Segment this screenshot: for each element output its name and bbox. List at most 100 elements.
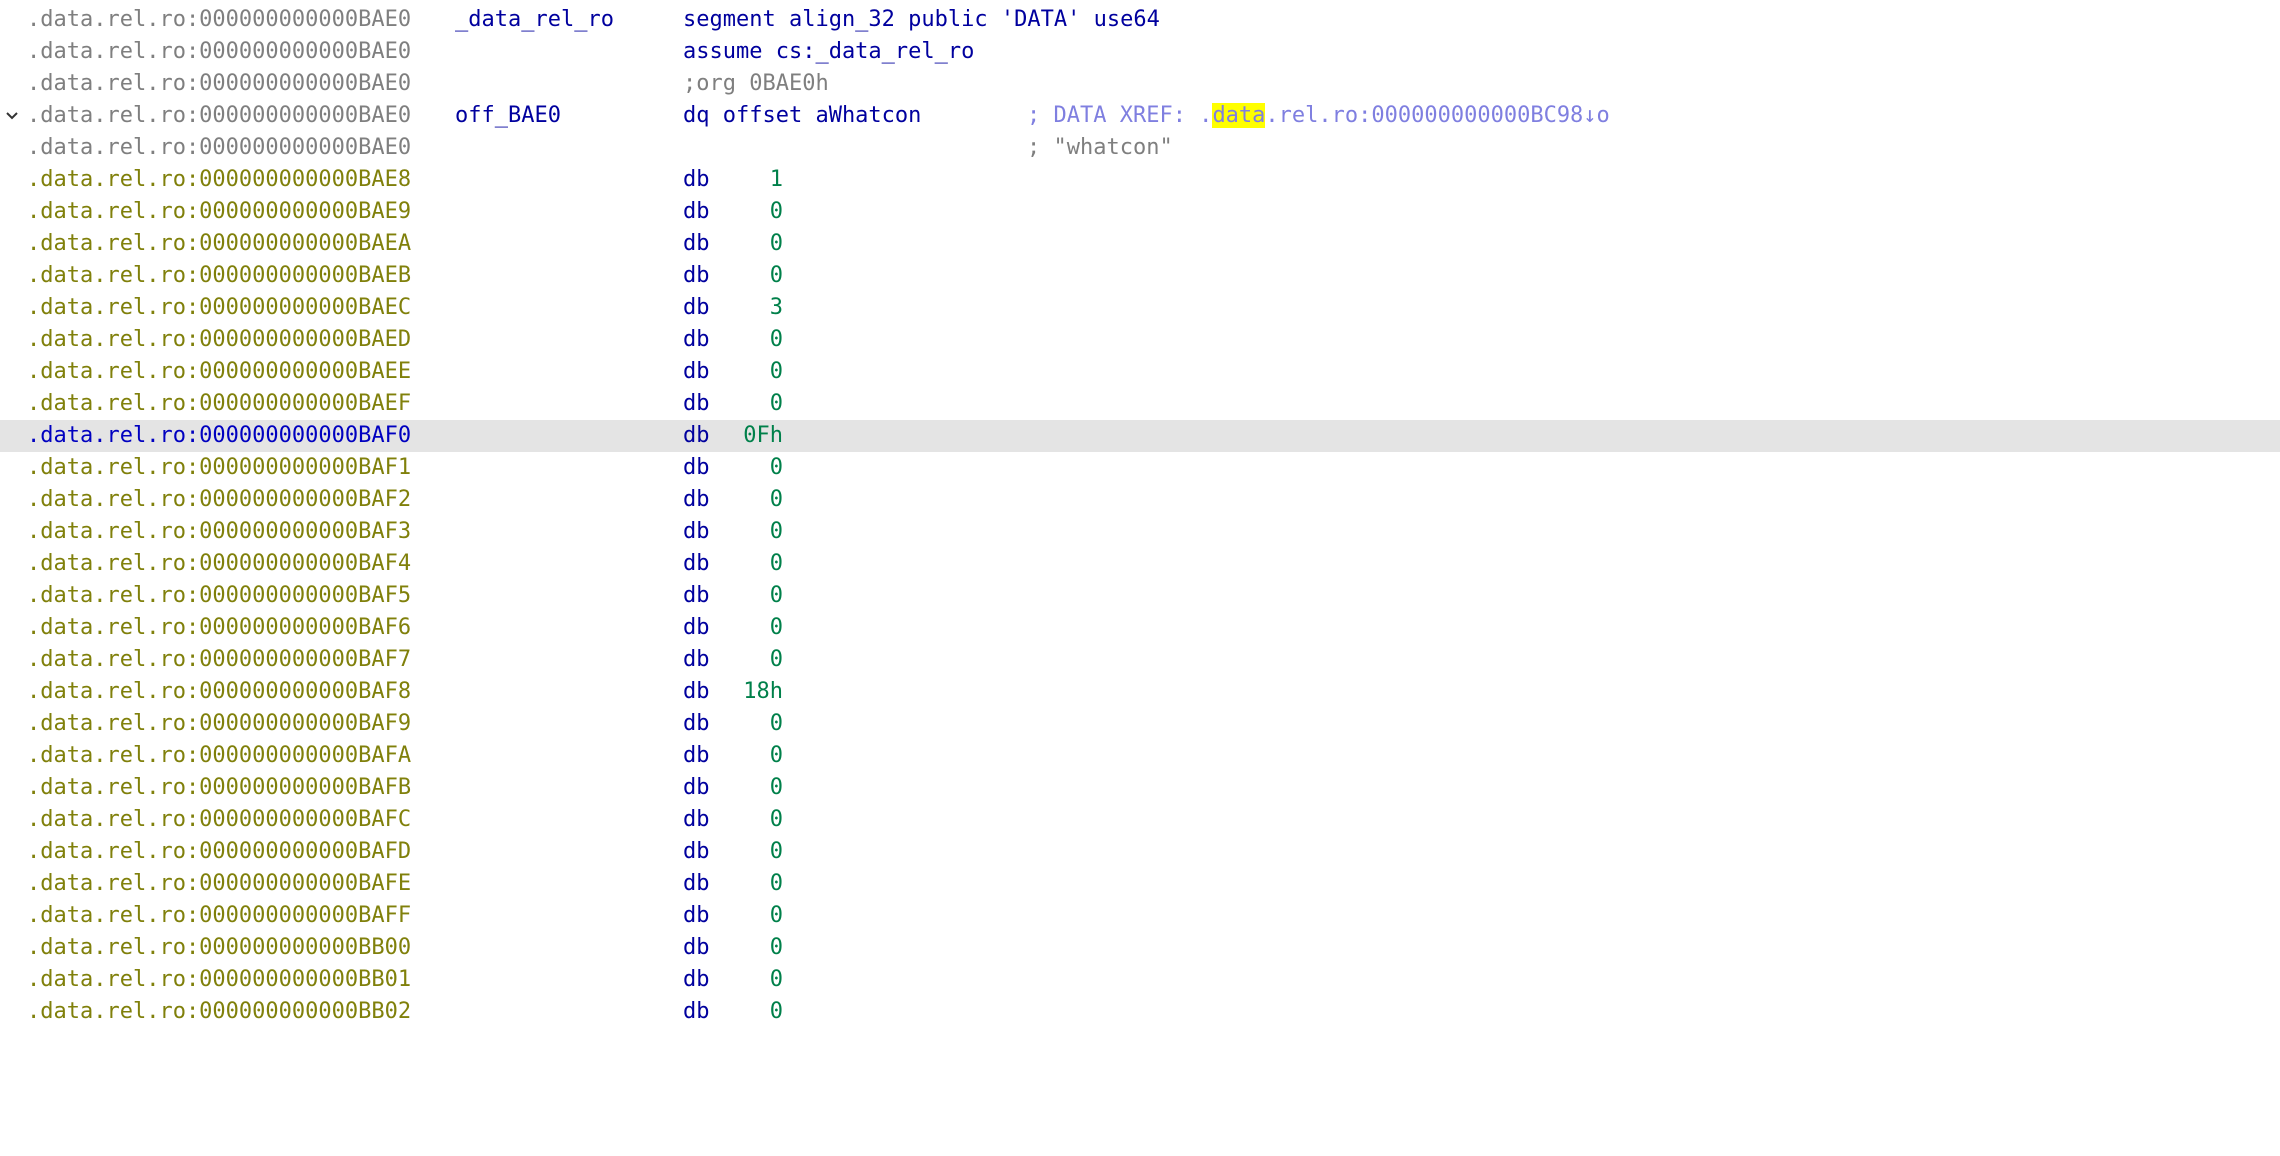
byte-value: 0 [769,711,783,736]
address: .data.rel.ro:000000000000BB00 [27,935,412,960]
address: .data.rel.ro:000000000000BAF8 [27,679,412,704]
byte-value: 0 [769,775,783,800]
data-row[interactable]: .data.rel.ro:000000000000BAE8 db 1 [0,164,2280,196]
data-row[interactable]: .data.rel.ro:000000000000BAEC db 3 [0,292,2280,324]
data-row[interactable]: .data.rel.ro:000000000000BAEF db 0 [0,388,2280,420]
byte-value: 1 [769,167,783,192]
data-row[interactable]: .data.rel.ro:000000000000BAF2 db 0 [0,484,2280,516]
data-row[interactable]: .data.rel.ro:000000000000BAF8 db 18h [0,676,2280,708]
byte-value: 0 [769,327,783,352]
data-row[interactable]: .data.rel.ro:000000000000BB02 db 0 [0,996,2280,1028]
byte-value: 0 [769,647,783,672]
mnemonic: db [683,711,710,736]
mnemonic: db [683,263,710,288]
byte-value: 0 [769,839,783,864]
address: .data.rel.ro:000000000000BAEC [27,295,412,320]
byte-value: 0 [769,999,783,1024]
listing-line-segment[interactable]: .data.rel.ro:000000000000BAE0 _data_rel_… [0,4,2280,36]
segment-label[interactable]: _data_rel_ro [455,4,614,36]
mnemonic: db [683,871,710,896]
address: .data.rel.ro:000000000000BAF4 [27,551,412,576]
data-row[interactable]: .data.rel.ro:000000000000BAFC db 0 [0,804,2280,836]
instruction: assume cs:_data_rel_ro [683,39,975,64]
data-row[interactable]: .data.rel.ro:000000000000BAFA db 0 [0,740,2280,772]
listing-line-assume[interactable]: .data.rel.ro:000000000000BAE0 assume cs:… [0,36,2280,68]
byte-value: 0Fh [743,423,783,448]
byte-value: 0 [769,967,783,992]
chevron-down-icon[interactable] [0,100,24,132]
listing-line-string-comment[interactable]: .data.rel.ro:000000000000BAE0 ; "whatcon… [0,132,2280,164]
address: .data.rel.ro:000000000000BAEF [27,391,412,416]
byte-value: 0 [769,583,783,608]
address: .data.rel.ro:000000000000BAF7 [27,647,412,672]
mnemonic: db [683,967,710,992]
xref-prefix: ; DATA XREF: . [1027,103,1213,128]
instruction[interactable]: dq offset aWhatcon [683,100,921,132]
data-row[interactable]: .data.rel.ro:000000000000BAEB db 0 [0,260,2280,292]
data-row[interactable]: .data.rel.ro:000000000000BAF7 db 0 [0,644,2280,676]
address: .data.rel.ro:000000000000BAF1 [27,455,412,480]
mnemonic: db [683,359,710,384]
address: .data.rel.ro:000000000000BAE9 [27,199,412,224]
data-row[interactable]: .data.rel.ro:000000000000BAED db 0 [0,324,2280,356]
data-row[interactable]: .data.rel.ro:000000000000BAF4 db 0 [0,548,2280,580]
mnemonic: db [683,743,710,768]
address: .data.rel.ro:000000000000BAFE [27,871,412,896]
byte-value: 0 [769,199,783,224]
data-row[interactable]: .data.rel.ro:000000000000BB01 db 0 [0,964,2280,996]
data-row[interactable]: .data.rel.ro:000000000000BAF6 db 0 [0,612,2280,644]
mnemonic: db [683,775,710,800]
mnemonic: db [683,551,710,576]
disassembly-listing[interactable]: .data.rel.ro:000000000000BAE0 _data_rel_… [0,4,2280,1028]
address: .data.rel.ro:000000000000BAE0 [27,7,412,32]
byte-value: 0 [769,359,783,384]
address: .data.rel.ro:000000000000BAFF [27,903,412,928]
address: .data.rel.ro:000000000000BAF9 [27,711,412,736]
mnemonic: db [683,327,710,352]
data-row[interactable]: .data.rel.ro:000000000000BAF9 db 0 [0,708,2280,740]
mnemonic: db [683,999,710,1024]
byte-value: 0 [769,807,783,832]
address: .data.rel.ro:000000000000BAFC [27,807,412,832]
data-row[interactable]: .data.rel.ro:000000000000BAE9 db 0 [0,196,2280,228]
address: .data.rel.ro:000000000000BAFB [27,775,412,800]
byte-value: 0 [769,455,783,480]
mnemonic: db [683,455,710,480]
address: .data.rel.ro:000000000000BAF0 [27,423,412,448]
data-row[interactable]: .data.rel.ro:000000000000BAF5 db 0 [0,580,2280,612]
data-row[interactable]: .data.rel.ro:000000000000BAFF db 0 [0,900,2280,932]
data-row[interactable]: .data.rel.ro:000000000000BAEE db 0 [0,356,2280,388]
address: .data.rel.ro:000000000000BAE8 [27,167,412,192]
byte-value: 0 [769,487,783,512]
org-comment: ;org 0BAE0h [683,71,829,96]
mnemonic: db [683,935,710,960]
address: .data.rel.ro:000000000000BAFD [27,839,412,864]
address: .data.rel.ro:000000000000BB02 [27,999,412,1024]
data-row[interactable]: .data.rel.ro:000000000000BAF1 db 0 [0,452,2280,484]
data-row[interactable]: .data.rel.ro:000000000000BAFD db 0 [0,836,2280,868]
byte-value: 0 [769,871,783,896]
mnemonic: db [683,391,710,416]
address: .data.rel.ro:000000000000BAF2 [27,487,412,512]
byte-value: 0 [769,519,783,544]
xref-comment[interactable]: ; DATA XREF: .data.rel.ro:000000000000BC… [1027,100,1610,132]
mnemonic: db [683,231,710,256]
listing-line-org[interactable]: .data.rel.ro:000000000000BAE0 ;org 0BAE0… [0,68,2280,100]
data-row-selected[interactable]: .data.rel.ro:000000000000BAF0 db 0Fh [0,420,2280,452]
data-row[interactable]: .data.rel.ro:000000000000BB00 db 0 [0,932,2280,964]
byte-value: 0 [769,903,783,928]
mnemonic: db [683,807,710,832]
data-row[interactable]: .data.rel.ro:000000000000BAF3 db 0 [0,516,2280,548]
data-row[interactable]: .data.rel.ro:000000000000BAEA db 0 [0,228,2280,260]
mnemonic: db [683,679,710,704]
address: .data.rel.ro:000000000000BAEB [27,263,412,288]
offset-label[interactable]: off_BAE0 [455,100,561,132]
byte-value: 0 [769,391,783,416]
byte-value: 0 [769,551,783,576]
data-row[interactable]: .data.rel.ro:000000000000BAFE db 0 [0,868,2280,900]
byte-value: 0 [769,743,783,768]
listing-line-off-bae0[interactable]: .data.rel.ro:000000000000BAE0 off_BAE0 d… [0,100,2280,132]
data-row[interactable]: .data.rel.ro:000000000000BAFB db 0 [0,772,2280,804]
byte-value: 0 [769,263,783,288]
mnemonic: db [683,839,710,864]
